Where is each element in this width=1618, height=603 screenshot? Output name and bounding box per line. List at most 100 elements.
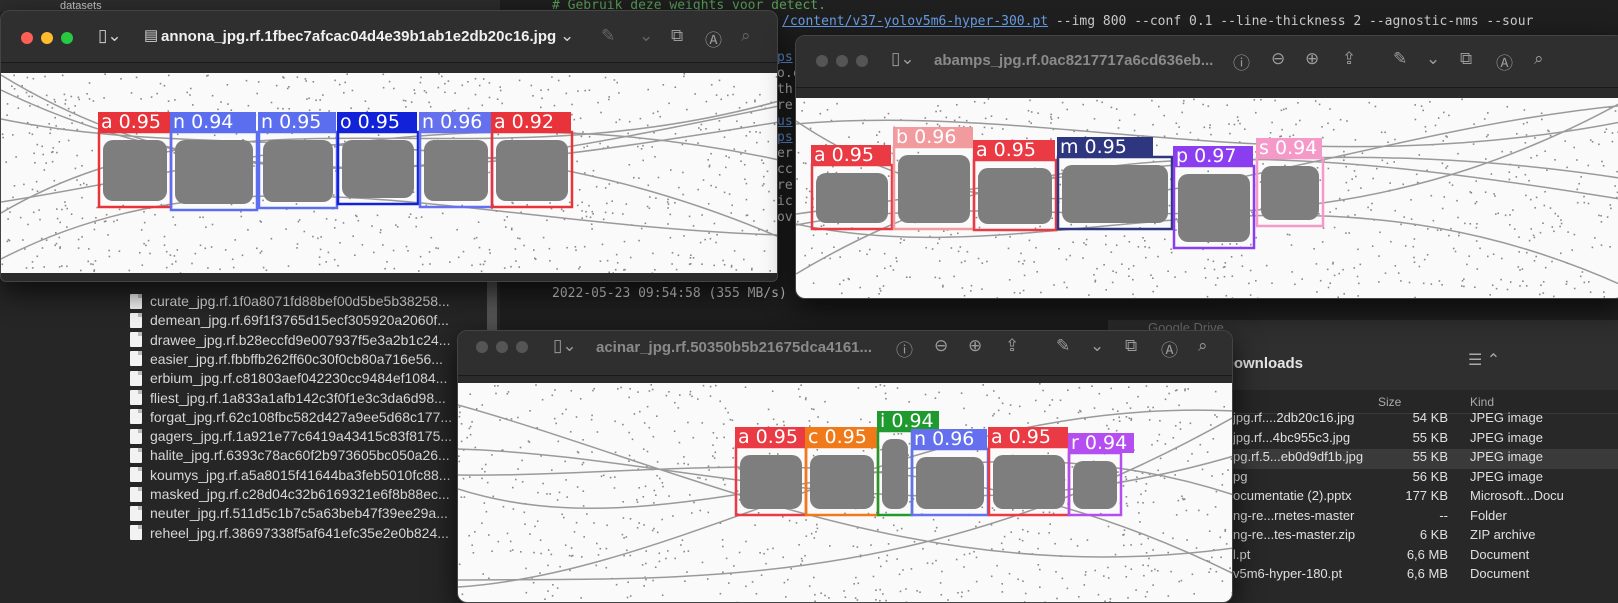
search-icon[interactable]: ⌕ (1198, 336, 1208, 356)
detection-label: a 0.95 (991, 426, 1051, 448)
minimize-button[interactable] (41, 32, 53, 44)
image-canvas: a 0.95 c 0.95 i 0.94 n 0.96 a 0.95 r 0.94 (458, 383, 1232, 602)
zoom-in-icon[interactable]: ⊕ (1305, 49, 1319, 69)
search-icon[interactable]: ⌕ (741, 26, 751, 46)
preview-window-abamps[interactable]: ▯⌄ abamps_jpg.rf.0ac8217717a6cd636eb... … (795, 35, 1618, 299)
output-fragment: us (777, 114, 793, 129)
titlebar[interactable]: ▯⌄ acinar_jpg.rf.50350b5b21675dca4161...… (458, 331, 1232, 376)
preview-window-annona[interactable]: ▯⌄ ▤ annona_jpg.rf.1fbec7afcac04d4e39b1a… (0, 10, 778, 282)
titlebar[interactable]: ▯⌄ abamps_jpg.rf.0ac8217717a6cd636eb... … (796, 36, 1618, 88)
col-size-header[interactable]: Size (1378, 395, 1401, 409)
detection-label: n 0.94 (173, 111, 233, 133)
character-glyph (1062, 165, 1168, 223)
zoom-button[interactable] (516, 341, 528, 353)
character-glyph (496, 140, 568, 201)
col-kind-header[interactable]: Kind (1470, 395, 1494, 409)
weights-path[interactable]: /content/v37-yolov5m6-hyper-300.pt (782, 14, 1048, 29)
rotate-icon[interactable]: ⧉ (1125, 336, 1137, 356)
file-list-item[interactable]: reheel_jpg.rf.38697338f5af641efc35e2e0b8… (130, 521, 470, 545)
rotate-icon[interactable]: ⧉ (1460, 49, 1472, 69)
chevron-down-icon[interactable]: ⌄ (1090, 336, 1104, 356)
preview-window-acinar[interactable]: ▯⌄ acinar_jpg.rf.50350b5b21675dca4161...… (457, 330, 1233, 603)
detection-label: a 0.95 (101, 111, 161, 133)
download-size: 56 KB (1412, 468, 1448, 484)
titlebar[interactable]: ▯⌄ ▤ annona_jpg.rf.1fbec7afcac04d4e39b1a… (1, 11, 777, 63)
file-name: gagers_jpg.rf.1a921e77c6419a43415c83f817… (150, 428, 453, 445)
file-icon (130, 447, 142, 463)
zoom-in-icon[interactable]: ⊕ (968, 336, 982, 356)
file-icon (130, 486, 142, 502)
sidebar-icon[interactable]: ▯⌄ (891, 49, 915, 69)
character-glyph (1261, 166, 1319, 220)
detection-box: a 0.95 (97, 111, 173, 209)
detection-label: a 0.92 (494, 111, 554, 133)
download-name: ng-re...tes-master.zip (1233, 527, 1356, 542)
finder-scrollbar[interactable] (487, 275, 497, 335)
character-glyph (882, 439, 908, 509)
document-icon: ▤ (144, 27, 159, 44)
character-glyph (103, 140, 167, 201)
download-name: pg.rf.5...eb0d9df1b.jpg (1233, 449, 1364, 464)
markup-icon[interactable]: ✎ (1393, 49, 1407, 69)
character-glyph (1073, 461, 1117, 509)
info-icon[interactable]: ⓘ (1233, 49, 1250, 74)
download-size: -- (1439, 507, 1448, 523)
file-icon (130, 370, 142, 386)
zoom-button[interactable] (856, 55, 868, 67)
detection-box: a 0.95 (972, 139, 1058, 232)
detection-box: n 0.95 (257, 111, 339, 210)
zoom-out-icon[interactable]: ⊖ (934, 336, 948, 356)
chevron-down-icon[interactable]: ⌄ (560, 26, 574, 46)
output-fragment: re (777, 178, 793, 193)
download-name: l.pt (1233, 546, 1251, 562)
file-name: masked_jpg.rf.c28d04c32b6169321e6f8b88ec… (150, 486, 450, 502)
annotate-icon[interactable]: Ⓐ (1496, 49, 1513, 74)
zoom-out-icon[interactable]: ⊖ (1271, 49, 1285, 69)
sidebar-icon[interactable]: ▯⌄ (553, 336, 577, 356)
download-size: 6,6 MB (1406, 566, 1448, 581)
download-kind: Microsoft...Docu (1470, 488, 1564, 503)
output-fragment: ps (777, 130, 793, 145)
search-icon[interactable]: ⌕ (1534, 49, 1544, 69)
window-title: abamps_jpg.rf.0ac8217717a6cd636eb... (934, 52, 1214, 69)
character-glyph (740, 455, 802, 509)
detection-box: s 0.94 (1255, 137, 1325, 228)
close-button[interactable] (476, 341, 488, 353)
download-kind: JPEG image (1470, 429, 1543, 445)
info-icon[interactable]: ⓘ (896, 336, 913, 361)
detection-label: c 0.95 (808, 426, 867, 448)
markup-icon[interactable]: ✎ (601, 26, 615, 46)
sidebar-icon[interactable]: ▯⌄ (98, 26, 122, 46)
file-name: erbium_jpg.rf.c81803aef042230cc9484ef108… (150, 370, 448, 387)
character-glyph (175, 140, 253, 204)
detection-box: a 0.95 (734, 426, 808, 517)
list-view-icon[interactable]: ☰ ⌃ (1468, 350, 1500, 370)
markup-icon[interactable]: ✎ (1056, 336, 1070, 356)
minimize-button[interactable] (836, 55, 848, 67)
detection-box: b 0.96 (892, 126, 976, 231)
share-icon[interactable]: ⇪ (1342, 49, 1356, 69)
minimize-button[interactable] (496, 341, 508, 353)
character-glyph (816, 173, 888, 223)
detection-label: r 0.94 (1071, 432, 1127, 454)
output-fragment: ps (777, 50, 793, 65)
annotate-icon[interactable]: Ⓐ (1161, 336, 1178, 361)
zoom-button[interactable] (61, 32, 73, 44)
download-kind: ZIP archive (1470, 527, 1536, 542)
close-button[interactable] (816, 55, 828, 67)
chevron-down-icon[interactable]: ⌄ (639, 26, 653, 46)
chevron-down-icon[interactable]: ⌄ (1426, 49, 1440, 69)
character-glyph (916, 457, 984, 509)
file-name: reheel_jpg.rf.38697338f5af641efc35e2e0b8… (150, 524, 449, 541)
rotate-icon[interactable]: ⧉ (671, 26, 683, 46)
file-icon (130, 293, 142, 309)
share-icon[interactable]: ⇪ (1005, 336, 1019, 356)
download-size: 177 KB (1405, 488, 1448, 503)
download-timestamp: 2022-05-23 09:54:58 (355 MB/s) (552, 286, 787, 301)
character-glyph (424, 140, 488, 201)
file-name: demean_jpg.rf.69f1f3765d15ecf305920a2060… (150, 312, 449, 329)
close-button[interactable] (21, 32, 33, 44)
download-size: 55 KB (1412, 429, 1448, 445)
output-fragment: th (777, 82, 793, 97)
annotate-icon[interactable]: Ⓐ (705, 26, 722, 51)
